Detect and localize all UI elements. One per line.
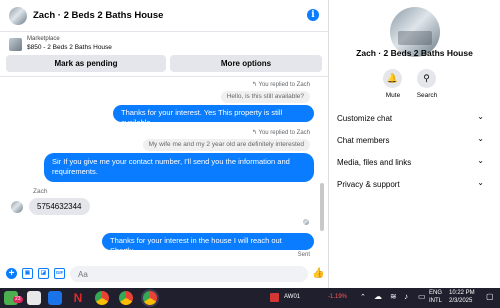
section-customize-chat[interactable]: Customize chat ⌄ — [329, 108, 500, 130]
outgoing-message[interactable]: Thanks for your interest. Yes This prope… — [113, 105, 314, 127]
chevron-up-icon[interactable]: ⌃ — [360, 293, 366, 301]
message-input[interactable] — [76, 269, 280, 280]
marketplace-bar: Marketplace $850 - 2 Beds 2 Baths House … — [0, 33, 328, 77]
mark-as-pending-button[interactable]: Mark as pending — [6, 55, 166, 72]
outgoing-message[interactable]: Sir If you give me your contact number, … — [44, 153, 314, 182]
chrome-icon[interactable] — [119, 291, 133, 305]
composer: + ▣ ◪ GIF ☺ 👍 — [0, 262, 371, 286]
language-secondary[interactable]: INTL — [429, 298, 442, 304]
section-label: Privacy & support — [337, 180, 400, 189]
cloud-icon[interactable]: ☁ — [374, 292, 382, 301]
chevron-down-icon: ⌄ — [477, 134, 484, 143]
image-icon[interactable]: ▣ — [22, 268, 33, 279]
info-icon[interactable]: i — [307, 9, 319, 21]
stock-name[interactable]: AW01 — [284, 294, 300, 300]
message-status: Sent — [297, 252, 310, 258]
sticker-icon[interactable]: ◪ — [38, 268, 49, 279]
replied-label: ↰ You replied to Zach — [251, 130, 310, 136]
message-input-container[interactable]: ☺ — [70, 266, 371, 282]
chat-panel: Zach · 2 Beds 2 Baths House i Marketplac… — [0, 0, 371, 288]
clock-time[interactable]: 10:22 PM — [449, 290, 475, 296]
listing-thumbnail[interactable] — [9, 38, 22, 51]
contact-avatar[interactable] — [9, 7, 27, 25]
message-list: ↰ You replied to Zach Hello, is this sti… — [0, 78, 328, 258]
taskbar: 23 N AW01 -1.19% ⌃ ☁ ≋ ♪ ▭ ENG INTL 10:2… — [0, 288, 500, 308]
section-media-files-links[interactable]: Media, files and links ⌄ — [329, 152, 500, 174]
section-label: Customize chat — [337, 114, 393, 123]
marketplace-label: Marketplace — [27, 36, 60, 42]
section-chat-members[interactable]: Chat members ⌄ — [329, 130, 500, 152]
gif-icon[interactable]: GIF — [54, 268, 65, 279]
seen-avatar — [303, 219, 309, 225]
battery-icon[interactable]: ▭ — [418, 292, 426, 301]
chevron-down-icon: ⌄ — [477, 156, 484, 165]
stock-icon — [270, 293, 279, 302]
mute-icon[interactable]: 🔔 — [383, 69, 402, 88]
section-label: Media, files and links — [337, 158, 412, 167]
chrome-icon[interactable] — [95, 291, 109, 305]
plus-icon[interactable]: + — [6, 268, 17, 279]
section-label: Chat members — [337, 136, 390, 145]
maps-icon[interactable] — [48, 291, 62, 305]
listing-title[interactable]: $850 - 2 Beds 2 Baths House — [27, 44, 112, 51]
scrollbar[interactable] — [320, 183, 324, 231]
app-n-icon[interactable]: N — [71, 291, 85, 305]
search-icon[interactable]: ⚲ — [417, 69, 436, 88]
sender-name: Zach — [33, 188, 48, 195]
quoted-message[interactable]: Hello, is this still available? — [220, 91, 310, 103]
search-label: Search — [416, 92, 438, 99]
chat-title[interactable]: Zach · 2 Beds 2 Baths House — [33, 10, 163, 21]
chevron-down-icon: ⌄ — [477, 112, 484, 121]
wifi-icon[interactable]: ≋ — [390, 292, 397, 301]
stock-change: -1.19% — [328, 294, 348, 300]
outgoing-message[interactable]: Thanks for your interest in the house I … — [102, 233, 314, 255]
clock-date[interactable]: 2/3/2025 — [449, 298, 472, 304]
notification-badge: 23 — [13, 296, 23, 303]
chrome-icon[interactable] — [143, 291, 157, 305]
section-privacy-support[interactable]: Privacy & support ⌄ — [329, 174, 500, 196]
replied-label: ↰ You replied to Zach — [251, 82, 310, 88]
incoming-message[interactable]: 5754632344 — [29, 198, 90, 215]
conversation-info-panel: Zach · 2 Beds 2 Baths House 🔔 Mute ⚲ Sea… — [329, 0, 500, 288]
profile-title: Zach · 2 Beds 2 Baths House — [356, 48, 473, 58]
mute-label: Mute — [385, 92, 401, 99]
notifications-icon[interactable]: ▢ — [486, 292, 494, 301]
language-primary[interactable]: ENG — [429, 290, 442, 296]
speaker-icon[interactable]: ♪ — [404, 292, 408, 301]
like-icon[interactable]: 👍 — [312, 268, 324, 279]
quoted-message[interactable]: My wife me and my 2 year old are definit… — [142, 139, 310, 151]
chevron-down-icon: ⌄ — [477, 178, 484, 187]
contact-avatar[interactable] — [11, 201, 23, 213]
more-options-button[interactable]: More options — [170, 55, 322, 72]
chat-header: Zach · 2 Beds 2 Baths House i — [0, 0, 328, 32]
file-explorer-icon[interactable] — [27, 291, 41, 305]
